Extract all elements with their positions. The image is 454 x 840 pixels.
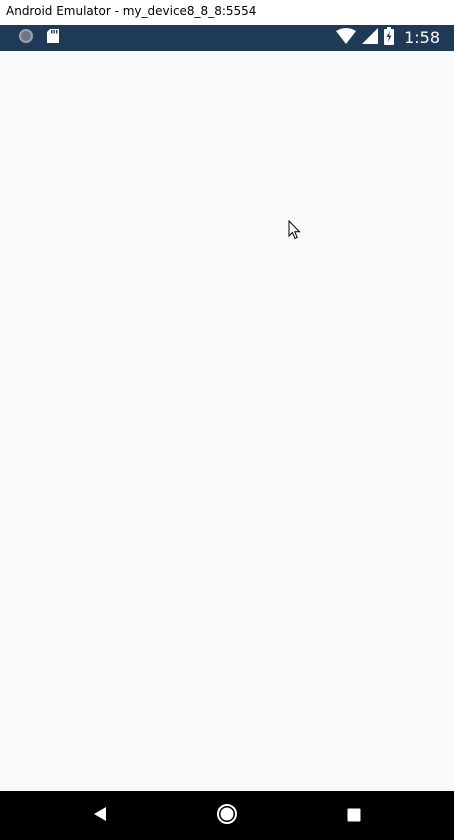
status-left-icons — [18, 29, 60, 47]
wifi-icon — [336, 28, 357, 48]
emulator-window: Android Emulator - my_device8_8_8:5554 1… — [0, 0, 454, 840]
home-icon — [216, 803, 238, 829]
window-title: Android Emulator - my_device8_8_8:5554 — [6, 4, 257, 18]
app-content-area[interactable] — [0, 51, 454, 791]
status-right-icons: 1:58 — [336, 27, 440, 49]
home-button[interactable] — [214, 803, 240, 829]
sd-card-icon — [46, 28, 60, 48]
status-time: 1:58 — [404, 28, 440, 47]
recents-button[interactable] — [341, 803, 367, 829]
back-icon — [92, 806, 108, 826]
android-status-bar: 1:58 — [0, 25, 454, 51]
cell-signal-icon — [362, 28, 379, 48]
notification-circle-icon — [18, 28, 34, 48]
android-navigation-bar — [0, 791, 454, 840]
mouse-pointer-icon — [288, 219, 302, 240]
back-button[interactable] — [87, 803, 113, 829]
battery-charging-icon — [384, 27, 395, 49]
recents-icon — [347, 807, 361, 826]
window-title-bar: Android Emulator - my_device8_8_8:5554 — [0, 0, 454, 25]
